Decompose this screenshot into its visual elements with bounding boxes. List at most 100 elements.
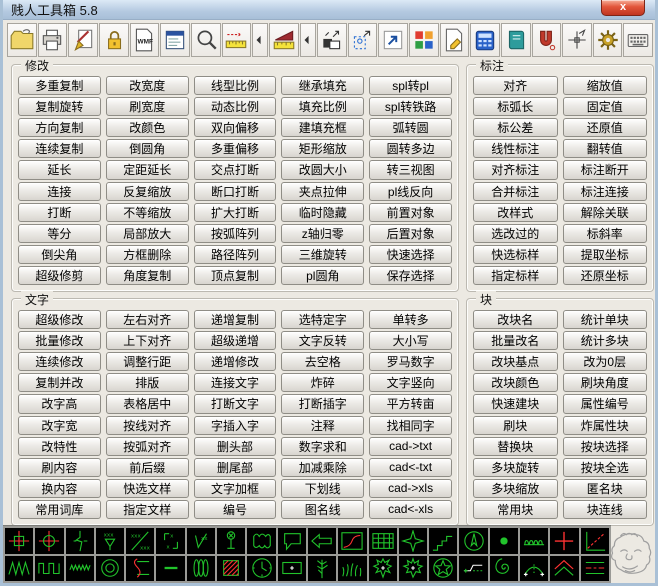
modify-command-button[interactable]: 顶点复制 — [193, 265, 277, 285]
dimension-command-button[interactable]: 翻转值 — [562, 139, 647, 159]
text-command-button[interactable]: 下划线 — [281, 478, 365, 498]
text-command-button[interactable]: 表格居中 — [105, 394, 189, 414]
block-command-button[interactable]: 统计多块 — [562, 331, 647, 351]
text-command-button[interactable]: 图名线 — [281, 499, 365, 519]
dimension-command-button[interactable]: 合并标注 — [473, 181, 558, 201]
dimension-command-button[interactable]: 提取坐标 — [562, 244, 647, 264]
roof-angle-icon[interactable] — [550, 555, 579, 581]
text-command-button[interactable]: 文字竖向 — [369, 373, 452, 393]
text-command-button[interactable]: cad->xls — [369, 478, 452, 498]
text-command-button[interactable]: 调整行距 — [105, 352, 189, 372]
manual-book-button[interactable] — [500, 23, 531, 57]
north-compass-icon[interactable] — [459, 528, 488, 554]
dimension-command-button[interactable]: 指定标样 — [473, 265, 558, 285]
zoom-view-button[interactable] — [190, 23, 221, 57]
modify-command-button[interactable]: 倒圆角 — [105, 139, 189, 159]
square-wave-icon[interactable] — [35, 555, 64, 581]
modify-command-button[interactable]: 超级修剪 — [18, 265, 101, 285]
modify-command-button[interactable]: 扩大打断 — [193, 202, 277, 222]
modify-command-button[interactable]: 快速选择 — [369, 244, 452, 264]
block-command-button[interactable]: 炸属性块 — [562, 415, 647, 435]
text-command-button[interactable]: 连续修改 — [18, 352, 101, 372]
block-command-button[interactable]: 改块基点 — [473, 352, 558, 372]
open-drawing-button[interactable] — [7, 23, 37, 57]
modify-command-button[interactable]: 连接 — [18, 181, 101, 201]
modify-command-button[interactable]: 弧转圆 — [369, 118, 452, 138]
dimension-command-button[interactable]: 线性标注 — [473, 139, 558, 159]
modify-command-button[interactable]: 矩形缩放 — [281, 139, 365, 159]
axis-diagonal-icon[interactable] — [580, 528, 609, 554]
modify-command-button[interactable]: spl转铁路 — [369, 97, 452, 117]
text-command-button[interactable]: cad<-txt — [369, 457, 452, 477]
text-command-button[interactable]: 按弧对齐 — [105, 436, 189, 456]
text-command-button[interactable]: 连接文字 — [193, 373, 277, 393]
modify-command-button[interactable]: 双向偏移 — [193, 118, 277, 138]
modify-command-button[interactable]: 建填充框 — [281, 118, 365, 138]
modify-command-button[interactable]: 三维旋转 — [281, 244, 365, 264]
text-command-button[interactable]: 罗马数字 — [369, 352, 452, 372]
measure-button[interactable] — [221, 23, 252, 57]
block-command-button[interactable]: 快速建块 — [473, 394, 558, 414]
weld-symbol-icon[interactable]: xxx — [95, 528, 125, 554]
slope-ratio-icon[interactable]: xxx xxx — [126, 528, 155, 554]
block-command-button[interactable]: 改块名 — [473, 310, 558, 330]
modify-command-button[interactable]: 定距延长 — [105, 160, 189, 180]
text-command-button[interactable]: 单转多 — [369, 310, 452, 330]
dimension-command-button[interactable]: 标注连接 — [562, 181, 647, 201]
modify-command-button[interactable]: pl圆角 — [281, 265, 365, 285]
modify-command-button[interactable]: spl转pl — [369, 76, 452, 96]
roughness-symbol-icon[interactable]: xx — [186, 528, 216, 554]
modify-command-button[interactable]: 连续复制 — [18, 139, 101, 159]
modify-command-button[interactable]: 反复缩放 — [105, 181, 189, 201]
dimension-command-button[interactable]: 标斜率 — [562, 223, 647, 243]
modify-command-button[interactable]: 刷宽度 — [105, 97, 189, 117]
text-command-button[interactable]: 左右对齐 — [105, 310, 189, 330]
text-command-button[interactable]: 超级递增 — [193, 331, 277, 351]
modify-command-button[interactable]: 路径阵列 — [193, 244, 277, 264]
corner-marks-icon[interactable]: xx — [156, 528, 185, 554]
dimension-command-button[interactable]: 还原坐标 — [562, 265, 647, 285]
text-command-button[interactable]: 快选文样 — [105, 478, 189, 498]
modify-command-button[interactable]: 保存选择 — [369, 265, 452, 285]
lock-button[interactable] — [98, 23, 129, 57]
modify-command-button[interactable]: 角度复制 — [105, 265, 189, 285]
close-button[interactable]: x — [601, 0, 645, 16]
modify-command-button[interactable]: 多重偏移 — [193, 139, 277, 159]
text-command-button[interactable]: 去空格 — [281, 352, 365, 372]
modify-command-button[interactable]: 转三视图 — [369, 160, 452, 180]
coordinate-mark-icon[interactable] — [5, 528, 34, 554]
block-command-button[interactable]: 多块缩放 — [473, 478, 558, 498]
burst-plus-icon[interactable] — [368, 555, 397, 581]
dimension-command-button[interactable]: 对齐标注 — [473, 160, 558, 180]
star-four-icon[interactable] — [398, 528, 428, 554]
dimension-command-button[interactable]: 标注断开 — [562, 160, 647, 180]
modify-command-button[interactable]: 夹点拉伸 — [281, 181, 365, 201]
block-command-button[interactable]: 改为0层 — [562, 352, 647, 372]
modify-command-button[interactable]: 后置对象 — [369, 223, 452, 243]
modify-command-button[interactable]: 局部放大 — [105, 223, 189, 243]
text-command-button[interactable]: 改字宽 — [18, 415, 101, 435]
color-tools-button[interactable] — [408, 23, 439, 57]
curve-chart-icon[interactable] — [338, 528, 367, 554]
block-command-button[interactable]: 批量改名 — [473, 331, 558, 351]
grass-icon[interactable] — [338, 555, 367, 581]
modify-command-button[interactable]: 改圆大小 — [281, 160, 365, 180]
text-command-button[interactable]: 平方转亩 — [369, 394, 452, 414]
modify-command-button[interactable]: 改颜色 — [105, 118, 189, 138]
text-command-button[interactable]: 打断插字 — [281, 394, 365, 414]
text-command-button[interactable]: 上下对齐 — [105, 331, 189, 351]
text-command-button[interactable]: 改字高 — [18, 394, 101, 414]
modify-command-button[interactable]: 打断 — [18, 202, 101, 222]
modify-command-button[interactable]: pl线反向 — [369, 181, 452, 201]
modify-command-button[interactable]: 方向复制 — [18, 118, 101, 138]
modify-command-button[interactable]: 改宽度 — [105, 76, 189, 96]
wmf-export-button[interactable]: WMF — [129, 23, 160, 57]
step-dots-icon[interactable] — [459, 555, 488, 581]
modify-command-button[interactable]: 不等缩放 — [105, 202, 189, 222]
dimension-command-button[interactable]: 标公差 — [473, 118, 558, 138]
stretch-move-button[interactable] — [316, 23, 347, 57]
break-line-icon[interactable] — [65, 528, 94, 554]
modify-command-button[interactable]: 等分 — [18, 223, 101, 243]
text-command-button[interactable]: 常用词库 — [18, 499, 101, 519]
block-command-button[interactable]: 统计单块 — [562, 310, 647, 330]
